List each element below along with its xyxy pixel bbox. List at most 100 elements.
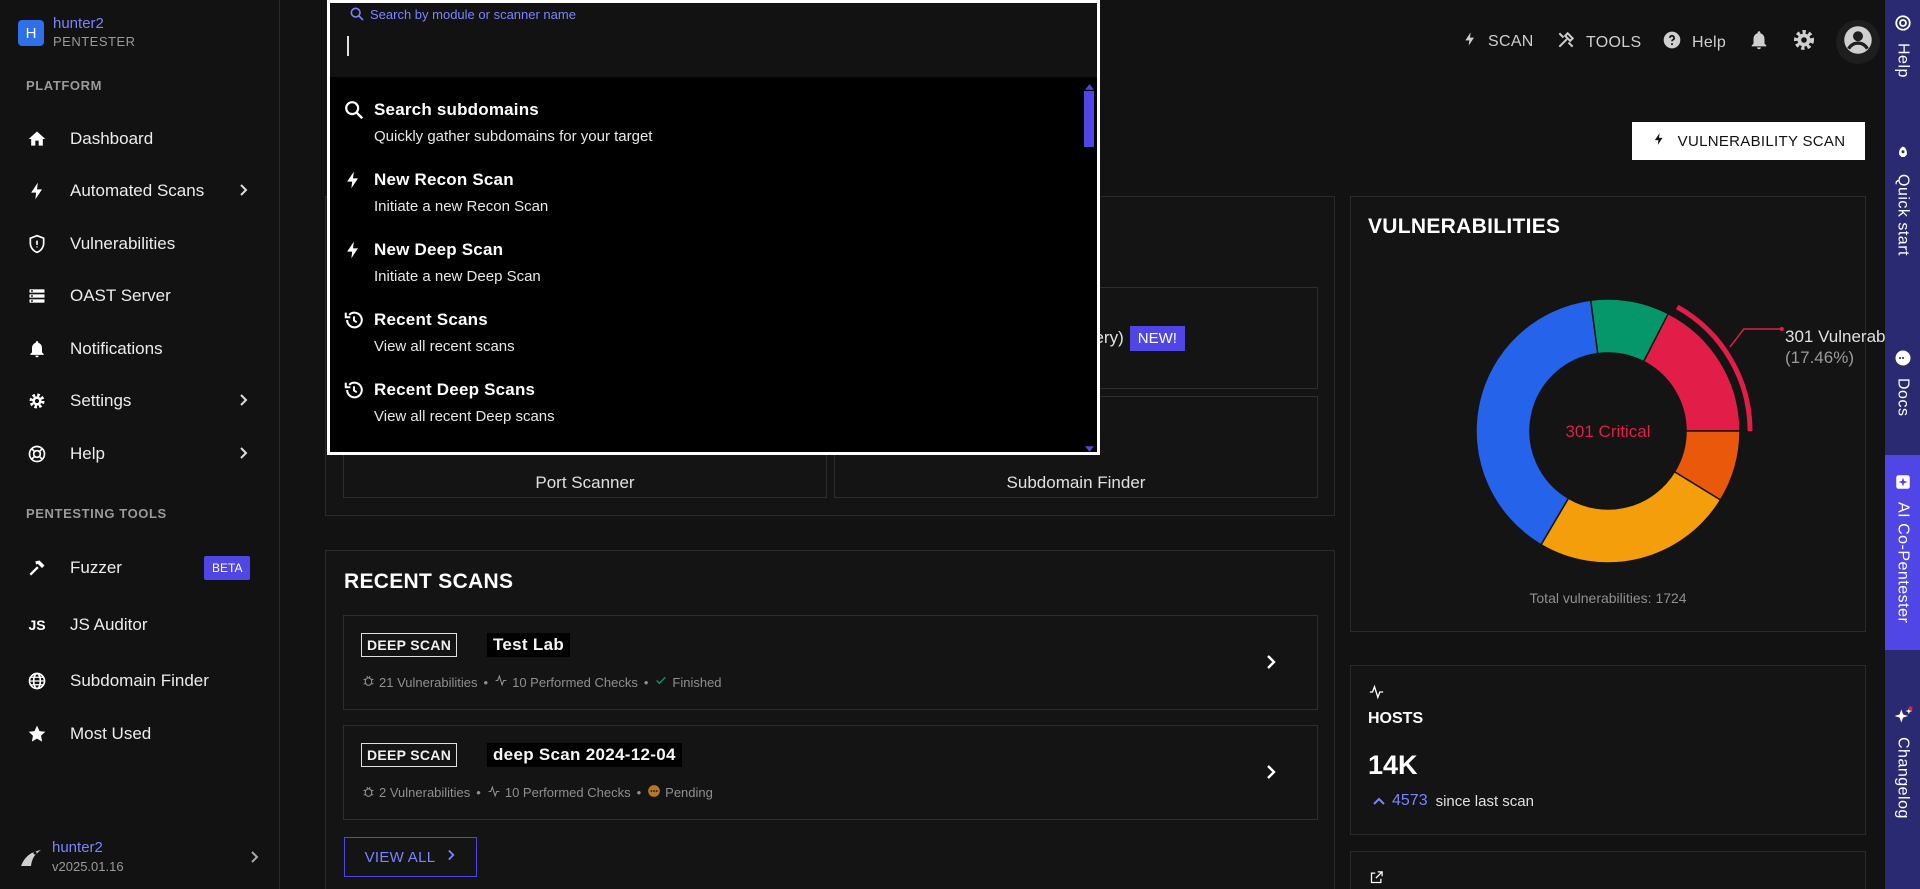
rail-tab-ai-co-pentester[interactable]: AI Co-Pentester [1885,455,1920,650]
palette-item-title: Search subdomains [374,100,539,119]
rail-tab-quick-start[interactable]: Quick start [1885,145,1920,275]
scan-vulns: 2 Vulnerabilities [362,785,470,801]
view-all-button[interactable]: VIEW ALL [344,837,477,877]
bug-icon [362,785,379,801]
sidebar-item-label: JS Auditor [70,615,148,634]
scan-row[interactable]: DEEP SCAN deep Scan 2024-12-04 2 Vulnera… [343,725,1318,820]
chevron-right-icon [1265,654,1277,675]
sidebar-item-help[interactable]: Help [0,432,279,476]
bell-icon [26,338,48,360]
scan-checks: 10 Performed Checks [487,784,631,801]
scan-type-badge: DEEP SCAN [361,633,458,657]
bug-icon [362,674,379,690]
hosts-value: 14K [1368,750,1418,780]
topbar-tools[interactable]: TOOLS [1556,30,1641,55]
palette-item-recent-deep-scans[interactable]: Recent Deep Scans View all recent Deep s… [330,357,1082,427]
palette-item-recent-scans[interactable]: Recent Scans View all recent scans [330,287,1082,357]
vulnerability-scan-label: VULNERABILITY SCAN [1677,132,1846,150]
scroll-down-icon[interactable] [1085,439,1094,457]
footer-user-name: hunter2 [52,839,103,856]
footer-user[interactable]: hunter2 v2025.01.16 [18,838,124,876]
scrollbar-thumb[interactable] [1084,91,1094,147]
home-icon [26,128,48,150]
palette-item-desc: Initiate a new Recon Scan [374,198,549,215]
donut-callout-percent: (17.46%) [1785,348,1854,367]
sidebar-item-subdomain-finder[interactable]: Subdomain Finder [0,659,279,703]
scan-name: deep Scan 2024-12-04 [487,743,682,767]
topbar-help-label: Help [1692,33,1727,51]
palette-item-desc: View all recent Deep scans [374,408,555,425]
scan-type-badge: DEEP SCAN [361,743,458,767]
sidebar-item-label: Most Used [70,724,152,743]
topbar-tools-label: TOOLS [1586,33,1642,51]
scan-status: Finished [654,674,722,690]
tile-subdomain-finder-label: Subdomain Finder [1006,473,1146,492]
scan-row[interactable]: DEEP SCAN Test Lab 21 Vulnerabilities • … [343,615,1318,710]
settings-button[interactable] [1788,26,1820,58]
history-icon [343,309,365,336]
donut-callout-line [1729,328,1782,348]
sidebar-item-settings[interactable]: Settings [0,379,279,423]
hosts-delta-value: 4573 [1392,792,1428,809]
vulnerability-scan-button[interactable]: VULNERABILITY SCAN [1632,122,1865,160]
sidebar-item-dashboard[interactable]: Dashboard [0,117,279,161]
sidebar-item-label: Fuzzer [70,558,122,577]
sidebar-item-vulnerabilities[interactable]: Vulnerabilities [0,222,279,266]
account-button[interactable] [1836,20,1880,64]
sidebar-item-automated-scans[interactable]: Automated Scans [0,169,279,213]
palette-item-new-recon-scan[interactable]: New Recon Scan Initiate a new Recon Scan [330,147,1082,217]
search-icon [349,6,365,27]
new-badge: NEW! [1129,325,1185,351]
palette-scrollbar[interactable] [1082,77,1097,452]
command-palette: Search by module or scanner name Search … [327,0,1100,455]
palette-item-desc: View all recent scans [374,338,515,355]
bolt-icon [343,239,363,266]
chevron-right-icon[interactable] [250,850,260,866]
notifications-button[interactable] [1743,26,1775,58]
donut-callout-label: 301 Vulnerab [1785,327,1885,346]
palette-item-new-deep-scan[interactable]: New Deep Scan Initiate a new Deep Scan [330,217,1082,287]
scan-status: Pending [647,784,713,801]
sidebar-item-js-auditor[interactable]: JS JS Auditor [0,603,279,647]
chevron-right-icon [239,393,249,409]
sidebar-item-fuzzer[interactable]: Fuzzer BETA [0,546,279,590]
recent-scans-title: RECENT SCANS [344,570,514,593]
lifebuoy-icon [26,443,48,465]
activity-icon [1368,684,1385,705]
gear-icon [1792,28,1816,57]
user-profile[interactable]: H hunter2 PENTESTER [18,14,136,51]
palette-item-title: Recent Scans [374,310,488,329]
check-icon [654,674,672,690]
rail-tab-docs[interactable]: Docs [1885,349,1920,429]
rail-tab-help[interactable]: Help [1885,14,1920,104]
docs-icon [1894,349,1912,372]
sidebar-item-label: Dashboard [70,129,154,148]
sidebar-item-notifications[interactable]: Notifications [0,327,279,371]
topbar-scan[interactable]: SCAN [1462,30,1534,53]
tools-icon [1556,30,1586,55]
donut-slice-medium[interactable] [1540,470,1722,564]
scan-checks: 10 Performed Checks [494,674,638,690]
chevron-right-icon [239,183,249,199]
topbar-help[interactable]: Help [1662,30,1726,55]
bolt-icon [1652,130,1678,152]
scan-vulns: 21 Vulnerabilities [362,674,478,690]
star-icon [26,723,48,745]
external-link-icon[interactable] [1369,870,1384,889]
sidebar-item-oast-server[interactable]: OAST Server [0,274,279,318]
palette-item-search-subdomains[interactable]: Search subdomains Quickly gather subdoma… [330,77,1082,147]
user-role: PENTESTER [53,34,136,49]
server-icon [26,285,48,307]
palette-search-field[interactable]: Search by module or scanner name [330,3,1097,77]
palette-item-desc: Quickly gather subdomains for your targe… [374,128,653,145]
palette-item-title: Recent Deep Scans [374,380,536,399]
section-label-platform: PLATFORM [26,78,103,93]
section-label-pentesting-tools: PENTESTING TOOLS [26,506,167,521]
hosts-title: HOSTS [1368,710,1424,727]
globe-icon [26,670,48,692]
sidebar-item-most-used[interactable]: Most Used [0,712,279,756]
rail-tab-changelog[interactable]: Changelog [1885,706,1920,836]
sidebar-item-label: Subdomain Finder [70,671,209,690]
chevron-right-icon [1265,764,1277,785]
sidebar-item-label: Automated Scans [70,181,205,200]
